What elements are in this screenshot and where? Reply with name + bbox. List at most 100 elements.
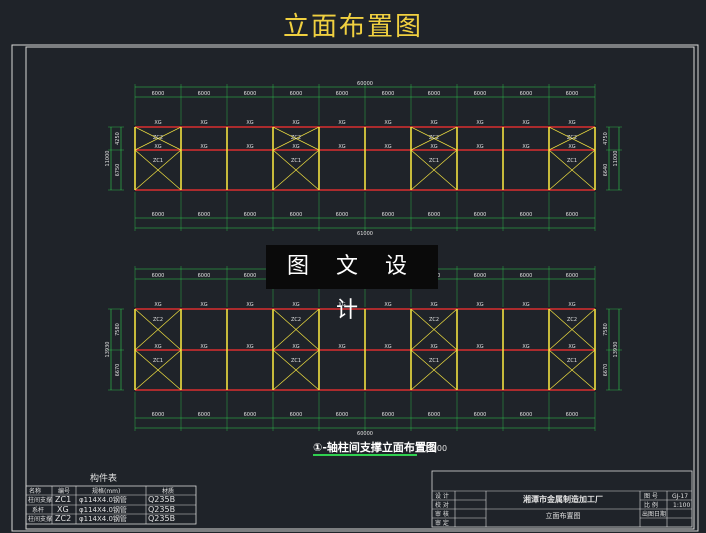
- member-label-xg: XG: [522, 144, 529, 150]
- dimension-text: 4750: [603, 132, 609, 145]
- table-cell: XG: [57, 505, 69, 514]
- dimension-text: 6750: [115, 164, 121, 177]
- table-cell: ZC2: [55, 514, 71, 523]
- dimension-text: 6000: [566, 212, 579, 218]
- table-cell: φ114X4.0钢管: [79, 505, 127, 514]
- title-block-label: 设 计: [435, 492, 449, 500]
- member-label-xg: XG: [430, 120, 437, 126]
- table-header-code: 编号: [58, 487, 70, 495]
- dimension-text: 6000: [474, 91, 487, 97]
- member-label-xg: XG: [522, 120, 529, 126]
- dimension-text: 6000: [152, 412, 165, 418]
- member-label-xg: XG: [476, 144, 483, 150]
- member-label-zc1: ZC1: [429, 158, 439, 164]
- dimension-text: 6000: [520, 412, 533, 418]
- title-block-label: 审 定: [435, 519, 449, 527]
- dimension-text: 6000: [382, 212, 395, 218]
- dimension-text: 6000: [152, 91, 165, 97]
- caption-text: ①-轴柱间支撑立面布置图: [313, 440, 437, 454]
- member-label-xg: XG: [338, 120, 345, 126]
- dimension-text: 6000: [336, 212, 349, 218]
- dimension-text: 6000: [244, 212, 257, 218]
- table-header-material: 材质: [162, 487, 174, 495]
- dimension-text: 6000: [428, 212, 441, 218]
- member-label-zc1: ZC1: [567, 358, 577, 364]
- member-label-zc2: ZC2: [153, 317, 163, 323]
- table-cell: 柱间支撑: [28, 515, 52, 523]
- member-label-xg: XG: [522, 344, 529, 350]
- title-block-label: 出图日期: [642, 510, 666, 518]
- member-label-xg: XG: [154, 120, 161, 126]
- elevation-a: ZC2 XG ZC1 XG XG XG XG XG ZC2 XG ZC1 XG XG XG XG XG ZC2 X…: [105, 81, 622, 237]
- dimension-text: 6000: [566, 273, 579, 279]
- dimension-text: 6000: [244, 412, 257, 418]
- member-label-xg: XG: [384, 144, 391, 150]
- table-cell: φ114X4.0钢管: [79, 514, 127, 523]
- member-label-xg: XG: [476, 120, 483, 126]
- member-label-xg: XG: [568, 302, 575, 308]
- dimension-text: 6000: [152, 273, 165, 279]
- dimension-total-text: 60000: [357, 81, 373, 87]
- member-label-zc1: ZC1: [153, 358, 163, 364]
- dimension-total-text: 13930: [105, 342, 111, 358]
- member-label-zc2: ZC2: [567, 317, 577, 323]
- table-cell: Q235B: [148, 505, 175, 514]
- table-cell: ZC1: [55, 495, 71, 504]
- title-block-value: GJ-17: [672, 493, 688, 500]
- dimension-text: 6000: [428, 91, 441, 97]
- dimension-total-text: 13930: [613, 342, 619, 358]
- member-label-xg: XG: [154, 344, 161, 350]
- dimension-text: 6000: [520, 273, 533, 279]
- dimension-total-text: 11000: [613, 151, 619, 167]
- member-label-zc1: ZC1: [291, 158, 301, 164]
- member-label-xg: XG: [200, 344, 207, 350]
- dimension-text: 6000: [382, 91, 395, 97]
- caption-scale: 1:100: [424, 444, 447, 453]
- dimension-text: 6000: [336, 412, 349, 418]
- title-block-drawing-name: 立面布置图: [546, 511, 581, 520]
- member-label-xg: XG: [568, 344, 575, 350]
- member-label-zc1: ZC1: [567, 158, 577, 164]
- table-header-name: 名称: [29, 487, 41, 495]
- dimension-text: 6000: [152, 212, 165, 218]
- member-label-zc2: ZC2: [429, 317, 439, 323]
- member-label-xg: XG: [384, 344, 391, 350]
- member-label-zc2: ZC2: [429, 135, 439, 141]
- member-table: 构件表 名称 编号 规格(mm) 材质 柱间支撑 ZC1 φ114X4.0钢管 …: [25, 472, 197, 525]
- dimension-text: 7580: [115, 323, 121, 336]
- member-label-xg: XG: [200, 120, 207, 126]
- member-label-zc1: ZC1: [153, 158, 163, 164]
- member-label-xg: XG: [292, 144, 299, 150]
- member-label-xg: XG: [292, 120, 299, 126]
- member-label-xg: XG: [246, 144, 253, 150]
- member-table-title: 构件表: [90, 472, 117, 484]
- dimension-total-text: 61000: [357, 231, 373, 237]
- dimension-text: 6000: [428, 412, 441, 418]
- member-label-xg: XG: [200, 302, 207, 308]
- title-block-company: 湘潭市金属制造加工厂: [523, 494, 603, 504]
- title-block-label: 审 核: [435, 510, 449, 518]
- dimension-total-text: 11000: [105, 151, 111, 167]
- dimension-text: 6000: [198, 412, 211, 418]
- dimension-text: 6000: [198, 91, 211, 97]
- member-label-zc2: ZC2: [291, 317, 301, 323]
- table-cell: Q235B: [148, 514, 175, 523]
- dimension-text: 6000: [474, 273, 487, 279]
- dimension-text: 6000: [382, 412, 395, 418]
- member-label-xg: XG: [430, 344, 437, 350]
- dimension-text: 6000: [198, 212, 211, 218]
- dimension-text: 6000: [566, 412, 579, 418]
- member-label-zc2: ZC2: [567, 135, 577, 141]
- member-label-xg: XG: [246, 344, 253, 350]
- member-label-zc1: ZC1: [429, 358, 439, 364]
- member-label-xg: XG: [246, 120, 253, 126]
- member-label-xg: XG: [338, 344, 345, 350]
- member-label-xg: XG: [568, 144, 575, 150]
- dimension-text: 6000: [474, 412, 487, 418]
- title-block: 设 计 校 对 审 核 审 定 湘潭市金属制造加工厂 立面布置图 图 号 比 例…: [431, 470, 693, 528]
- member-label-xg: XG: [476, 302, 483, 308]
- member-label-xg: XG: [430, 144, 437, 150]
- member-label-xg: XG: [246, 302, 253, 308]
- table-cell: Q235B: [148, 495, 175, 504]
- dimension-text: 4250: [115, 132, 121, 145]
